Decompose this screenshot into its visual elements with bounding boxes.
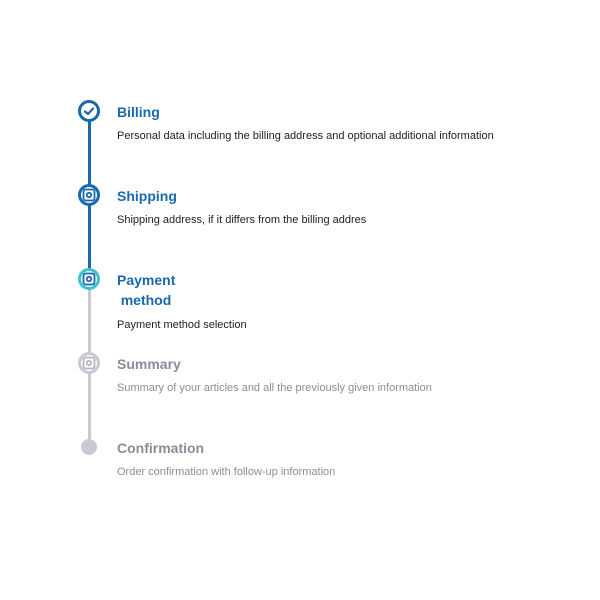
step-title: Billing — [117, 104, 160, 120]
frame-icon — [78, 184, 100, 206]
step-description: Payment method selection — [117, 319, 247, 331]
step-title: Summary — [117, 356, 181, 372]
frame-icon — [78, 268, 100, 290]
step-title: Payment method — [117, 272, 176, 308]
dot-icon — [81, 439, 97, 455]
check-icon — [78, 100, 100, 122]
step-description: Personal data including the billing addr… — [117, 130, 494, 142]
step-title: Confirmation — [117, 440, 205, 456]
step-description: Shipping address, if it differs from the… — [117, 214, 367, 226]
step-description: Summary of your articles and all the pre… — [117, 382, 432, 394]
step-title: Shipping — [117, 188, 177, 204]
step-description: Order confirmation with follow-up inform… — [117, 466, 336, 478]
frame-icon — [78, 352, 100, 374]
